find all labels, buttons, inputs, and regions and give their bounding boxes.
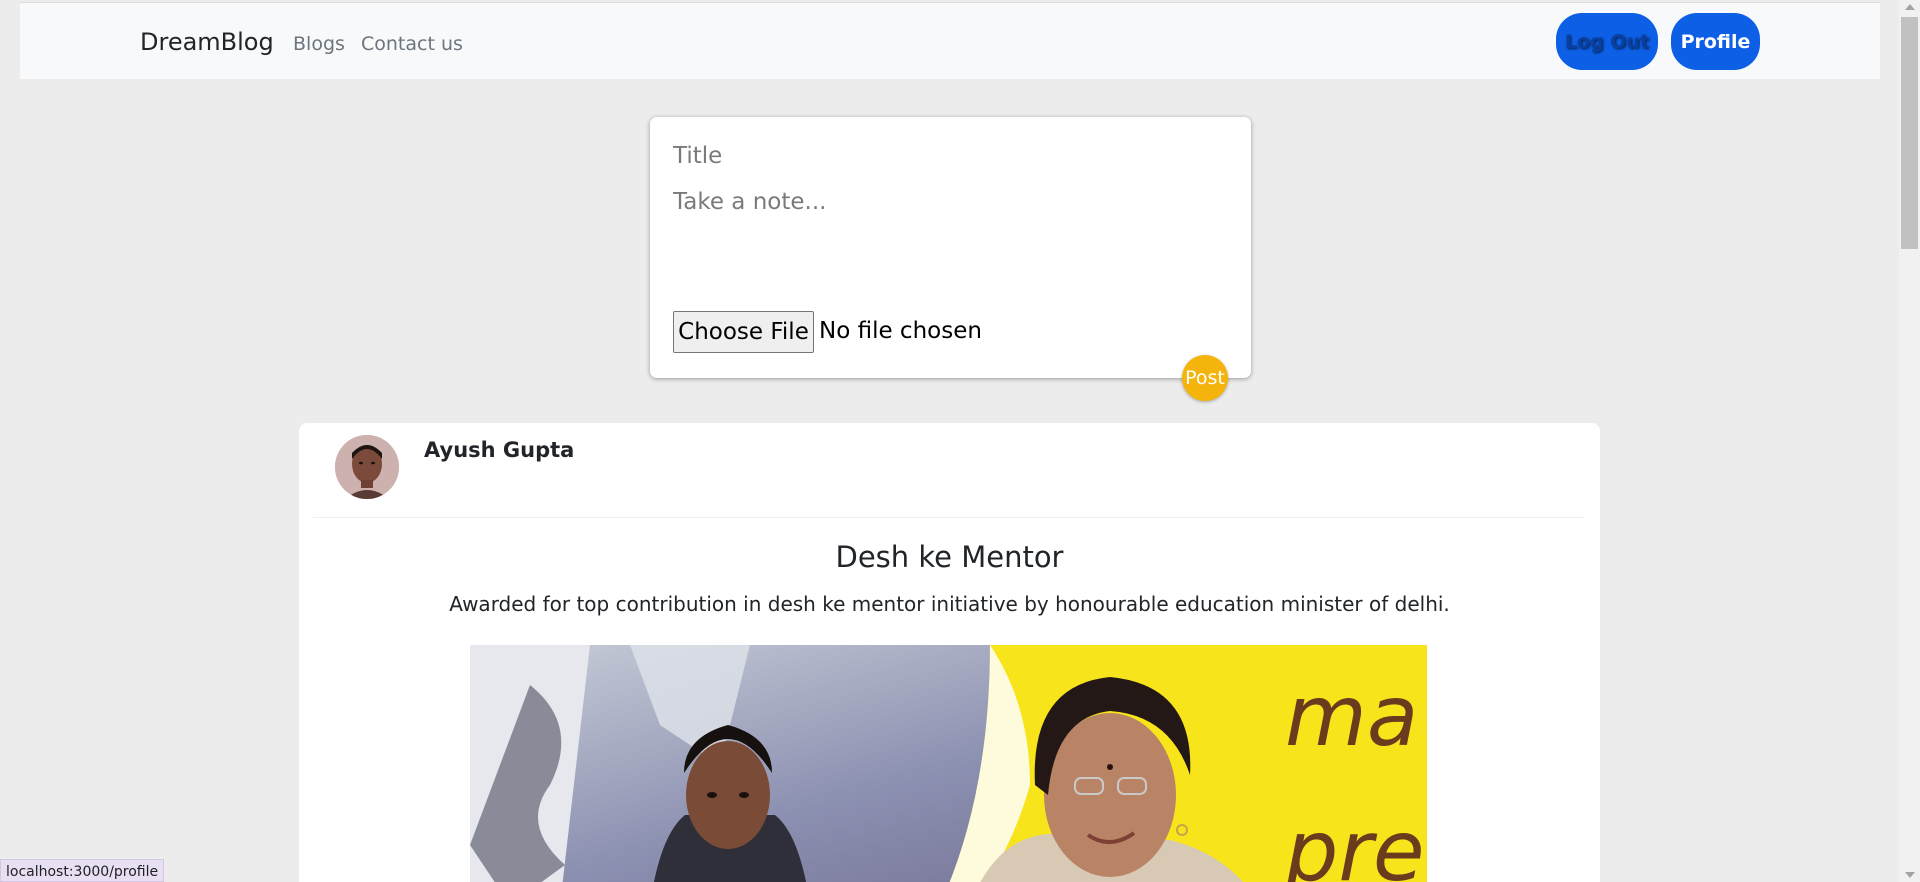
blog-post-card: Ayush Gupta Desh ke Mentor Awarded for t…	[299, 423, 1600, 882]
status-bar-url: localhost:3000/profile	[0, 859, 165, 882]
nav-link-contact[interactable]: Contact us	[361, 33, 463, 55]
profile-button[interactable]: Profile	[1671, 13, 1760, 70]
note-textarea[interactable]	[673, 189, 1228, 289]
brand-link[interactable]: DreamBlog	[140, 28, 274, 56]
file-status-text: No file chosen	[819, 318, 982, 344]
post-button[interactable]: Post	[1182, 355, 1228, 401]
author-name: Ayush Gupta	[424, 438, 575, 462]
blog-title: Desh ke Mentor	[835, 540, 1064, 574]
scrollbar-thumb[interactable]	[1901, 17, 1918, 249]
scroll-down-arrow-icon[interactable]	[1905, 872, 1915, 878]
avatar-photo	[335, 435, 399, 499]
nav-link-blogs[interactable]: Blogs	[293, 33, 345, 55]
page-scrollbar[interactable]	[1899, 0, 1920, 882]
blog-image: ma pre	[470, 645, 1427, 882]
image-text-bottom: pre	[1284, 802, 1425, 882]
compose-note-form: Choose File No file chosen Post	[650, 117, 1251, 401]
award-photo: ma pre	[470, 645, 1427, 882]
author-avatar	[335, 435, 399, 499]
top-navbar: DreamBlog Blogs Contact us Log Out Profi…	[20, 2, 1880, 79]
logout-button[interactable]: Log Out	[1556, 13, 1658, 70]
scroll-up-arrow-icon[interactable]	[1905, 4, 1915, 10]
choose-file-button[interactable]: Choose File	[673, 311, 814, 353]
title-input[interactable]	[673, 143, 1223, 169]
card-divider	[313, 517, 1585, 518]
blog-description: Awarded for top contribution in desh ke …	[449, 592, 1450, 616]
image-text-top: ma	[1285, 667, 1418, 765]
